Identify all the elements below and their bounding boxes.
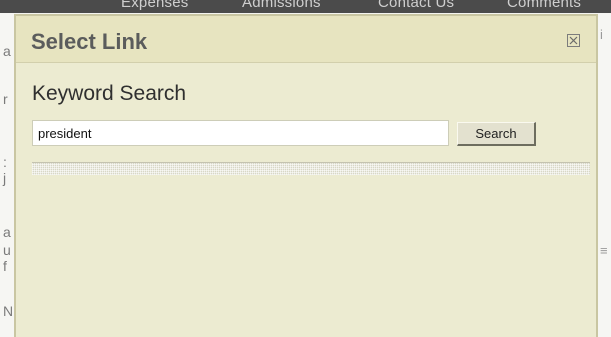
close-icon[interactable] xyxy=(567,34,580,47)
background-page-left-edge: a r : j a u f N xyxy=(0,13,14,337)
background-page-right-edge: i ≡ xyxy=(598,13,611,337)
keyword-search-input[interactable] xyxy=(32,120,449,146)
background-text-fragment: i xyxy=(600,27,603,42)
background-text-fragment: f xyxy=(3,258,7,274)
background-text-fragment: u xyxy=(3,242,11,258)
nav-item-expenses[interactable]: Expenses xyxy=(121,0,188,11)
close-x-glyph xyxy=(569,36,578,45)
background-text-fragment: N xyxy=(3,303,14,319)
background-text-fragment: : xyxy=(3,154,7,170)
background-text-fragment: r xyxy=(3,91,8,107)
background-text-fragment: ≡ xyxy=(600,243,608,258)
keyword-search-heading: Keyword Search xyxy=(32,82,187,105)
dialog-title: Select Link xyxy=(31,29,148,54)
nav-item-comments[interactable]: Comments xyxy=(507,0,581,11)
dialog-header: Select Link xyxy=(16,16,596,63)
search-results-bar xyxy=(32,162,590,175)
background-nav-bar: Expenses Admissions Contact Us Comments xyxy=(0,0,611,13)
nav-item-admissions[interactable]: Admissions xyxy=(242,0,321,11)
background-text-fragment: a xyxy=(3,43,11,59)
select-link-dialog: Select Link Keyword Search Search xyxy=(14,14,598,337)
background-text-fragment: a xyxy=(3,224,11,240)
background-text-fragment: j xyxy=(3,170,7,186)
nav-item-contact-us[interactable]: Contact Us xyxy=(378,0,454,11)
search-button[interactable]: Search xyxy=(457,122,536,146)
